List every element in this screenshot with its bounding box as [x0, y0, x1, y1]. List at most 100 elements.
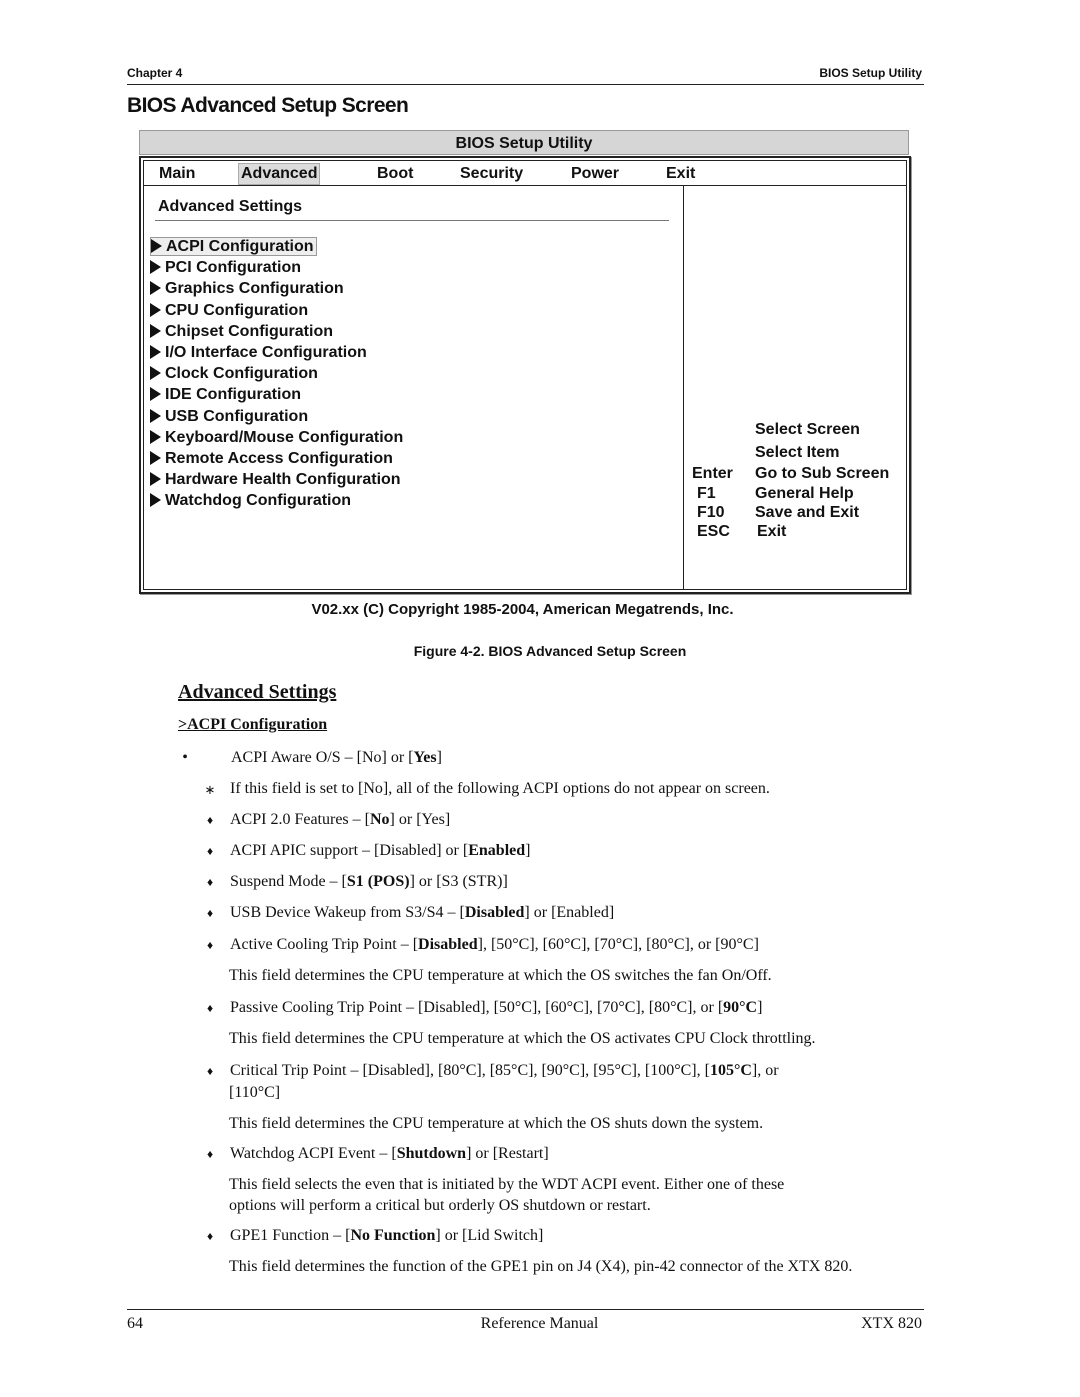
- bullet-diamond-icon: ♦: [206, 1147, 214, 1161]
- option-usb-wakeup: USB Device Wakeup from S3/S4 – [Disabled…: [230, 904, 615, 921]
- option-apic: ACPI APIC support – [Disabled] or [Enabl…: [230, 842, 531, 859]
- help-desc: Go to Sub Screen: [755, 465, 890, 482]
- item-label: PCI Configuration: [165, 259, 301, 277]
- list-item-usb[interactable]: USB Configuration: [150, 406, 403, 427]
- desc-passive-cooling: This field determines the CPU temperatur…: [229, 1030, 816, 1047]
- bullet-diamond-icon: ♦: [206, 875, 214, 889]
- list-item-acpi[interactable]: ACPI Configuration: [150, 236, 403, 257]
- settings-rule: [155, 220, 669, 221]
- submenu-arrow-icon: [150, 281, 161, 296]
- bullet-diamond-icon: ♦: [206, 938, 214, 952]
- desc-active-cooling: This field determines the CPU temperatur…: [229, 967, 772, 984]
- submenu-arrow-icon: [150, 408, 161, 423]
- help-key: ESC: [697, 523, 730, 540]
- submenu-arrow-icon: [150, 429, 161, 444]
- chapter-label: Chapter 4: [127, 66, 183, 80]
- help-desc: General Help: [755, 485, 854, 502]
- submenu-arrow-icon: [150, 323, 161, 338]
- item-label: Keyboard/Mouse Configuration: [165, 428, 404, 446]
- menu-tab-main[interactable]: Main: [157, 164, 197, 184]
- list-item-keyboard-mouse[interactable]: Keyboard/Mouse Configuration: [150, 427, 403, 448]
- bullet-diamond-icon: ♦: [206, 844, 214, 858]
- item-label: USB Configuration: [165, 407, 309, 425]
- item-label: Watchdog Configuration: [165, 492, 352, 510]
- list-item-cpu[interactable]: CPU Configuration: [150, 300, 403, 321]
- option-critical-trip: Critical Trip Point – [Disabled], [80°C]…: [230, 1062, 779, 1079]
- desc-watchdog-1: This field selects the even that is init…: [229, 1176, 785, 1193]
- product-name: XTX 820: [861, 1315, 922, 1332]
- bullet-diamond-icon: ♦: [206, 1064, 214, 1078]
- help-key: F10: [697, 504, 725, 521]
- list-item-hardware-health[interactable]: Hardware Health Configuration: [150, 469, 403, 490]
- bullet-dot-icon: •: [182, 749, 188, 766]
- item-label: ACPI Configuration: [166, 238, 314, 255]
- list-item-clock[interactable]: Clock Configuration: [150, 363, 403, 384]
- bios-menu-bar: Main Advanced Boot Security Power Exit: [144, 161, 906, 186]
- desc-watchdog-2: options will perform a critical but orde…: [229, 1197, 651, 1214]
- section-label: BIOS Setup Utility: [819, 66, 922, 80]
- list-item-pci[interactable]: PCI Configuration: [150, 257, 403, 278]
- menu-tab-boot[interactable]: Boot: [375, 164, 415, 184]
- option-acpi20: ACPI 2.0 Features – [No] or [Yes]: [230, 811, 451, 828]
- submenu-arrow-icon: [150, 472, 161, 487]
- help-desc: Exit: [757, 523, 787, 540]
- note-acpi-aware: If this field is set to [No], all of the…: [230, 780, 770, 797]
- option-active-cooling: Active Cooling Trip Point – [Disabled], …: [230, 936, 759, 953]
- bullet-diamond-icon: ♦: [206, 813, 214, 827]
- figure-caption: Figure 4-2. BIOS Advanced Setup Screen: [413, 643, 687, 659]
- bullet-diamond-icon: ♦: [206, 1001, 214, 1015]
- menu-tab-advanced[interactable]: Advanced: [238, 163, 321, 185]
- item-label: IDE Configuration: [165, 386, 301, 404]
- help-desc: Select Screen: [755, 421, 860, 438]
- submenu-arrow-icon: [150, 260, 161, 275]
- acpi-configuration-heading: >ACPI Configuration: [178, 716, 328, 733]
- manual-title: Reference Manual: [480, 1315, 599, 1332]
- list-item-watchdog[interactable]: Watchdog Configuration: [150, 490, 403, 511]
- bios-screen: Main Advanced Boot Security Power Exit A…: [139, 156, 911, 594]
- list-item-chipset[interactable]: Chipset Configuration: [150, 321, 403, 342]
- submenu-arrow-icon: [150, 302, 161, 317]
- item-label: I/O Interface Configuration: [165, 343, 367, 361]
- section-title: BIOS Advanced Setup Screen: [127, 94, 409, 117]
- page-header: Chapter 4 BIOS Setup Utility: [127, 64, 924, 85]
- option-suspend-mode: Suspend Mode – [S1 (POS)] or [S3 (STR)]: [230, 873, 508, 890]
- list-item-ide[interactable]: IDE Configuration: [150, 384, 403, 405]
- menu-tab-exit[interactable]: Exit: [664, 164, 697, 184]
- bullet-diamond-icon: ♦: [206, 906, 214, 920]
- option-critical-trip-cont: [110°C]: [229, 1084, 281, 1101]
- submenu-arrow-icon: [150, 366, 161, 381]
- list-item-graphics[interactable]: Graphics Configuration: [150, 278, 403, 299]
- item-label: Hardware Health Configuration: [165, 471, 401, 489]
- option-gpe1: GPE1 Function – [No Function] or [Lid Sw…: [230, 1227, 544, 1244]
- note-star-icon: ∗: [204, 782, 216, 797]
- item-label: Clock Configuration: [165, 365, 318, 383]
- desc-critical-trip: This field determines the CPU temperatur…: [229, 1115, 764, 1132]
- bios-copyright: V02.xx (C) Copyright 1985-2004, American…: [311, 601, 734, 618]
- submenu-arrow-icon: [150, 493, 161, 508]
- help-key: Enter: [692, 465, 733, 482]
- settings-heading: Advanced Settings: [158, 198, 303, 215]
- help-key: F1: [697, 485, 716, 502]
- menu-tab-security[interactable]: Security: [458, 164, 525, 184]
- option-acpi-aware: ACPI Aware O/S – [No] or [Yes]: [231, 749, 442, 766]
- submenu-arrow-icon: [150, 450, 161, 465]
- submenu-arrow-icon: [150, 387, 161, 402]
- bullet-diamond-icon: ♦: [206, 1229, 214, 1243]
- item-label: Remote Access Configuration: [165, 449, 393, 467]
- submenu-arrow-icon: [150, 344, 161, 359]
- item-label: Chipset Configuration: [165, 322, 333, 340]
- desc-gpe1: This field determines the function of th…: [229, 1258, 853, 1275]
- advanced-settings-heading: Advanced Settings: [178, 681, 337, 703]
- menu-tab-power[interactable]: Power: [569, 164, 621, 184]
- bios-inner-frame: Main Advanced Boot Security Power Exit A…: [143, 160, 907, 590]
- item-label: CPU Configuration: [165, 301, 309, 319]
- option-watchdog-event: Watchdog ACPI Event – [Shutdown] or [Res…: [230, 1145, 549, 1162]
- help-desc: Select Item: [755, 444, 840, 461]
- page-footer: 64 Reference Manual XTX 820: [127, 1309, 924, 1338]
- bios-title-bar: BIOS Setup Utility: [139, 130, 909, 155]
- option-passive-cooling: Passive Cooling Trip Point – [Disabled],…: [230, 999, 763, 1016]
- settings-list: ACPI Configuration PCI Configuration Gra…: [150, 236, 403, 511]
- help-desc: Save and Exit: [755, 504, 860, 521]
- list-item-remote-access[interactable]: Remote Access Configuration: [150, 448, 403, 469]
- list-item-io-interface[interactable]: I/O Interface Configuration: [150, 342, 403, 363]
